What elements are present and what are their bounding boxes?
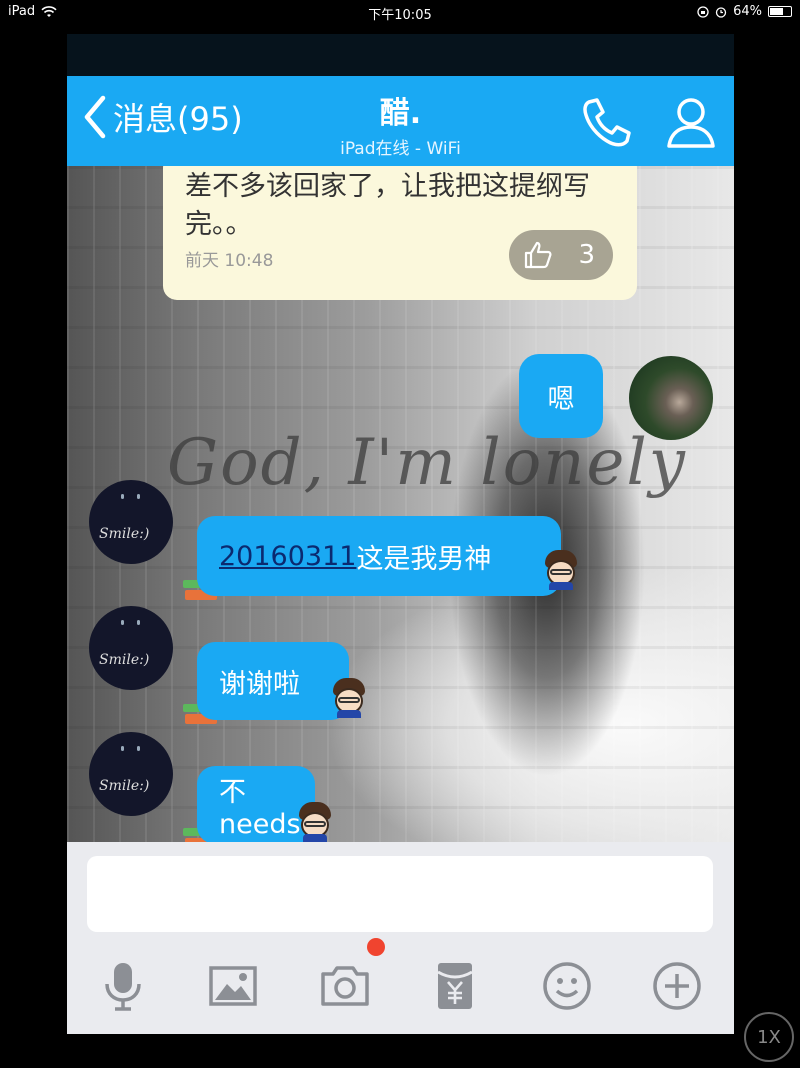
- status-time: 下午10:05: [368, 8, 432, 23]
- bubble-sticker-icon: [295, 802, 335, 842]
- like-count: 3: [578, 240, 595, 270]
- person-icon: [667, 98, 715, 148]
- online-status: iPad在线 - WiFi: [340, 139, 461, 159]
- avatar-contact[interactable]: Smile:): [89, 606, 173, 690]
- background-handwriting: God, I'm lonely: [167, 426, 687, 500]
- avatar-self[interactable]: [629, 356, 713, 440]
- emoji-icon: [543, 962, 591, 1010]
- thumbs-up-icon: [524, 241, 552, 269]
- message-text: 嗯: [547, 383, 575, 415]
- message-text: 这是我男神: [356, 543, 492, 575]
- avatar-detail: [137, 746, 140, 751]
- call-button[interactable]: [577, 94, 633, 150]
- image-icon: [209, 966, 257, 1006]
- top-strip: [67, 34, 734, 76]
- chat-title: 醋.: [379, 96, 422, 131]
- bubble-sticker-icon: [541, 550, 581, 590]
- avatar-detail: [137, 494, 140, 499]
- message-time: 前天 10:48: [185, 251, 274, 271]
- chat-area[interactable]: God, I'm lonely 差不多该回家了，让我把这提纲写完。。 前天 10…: [67, 166, 734, 842]
- lock-rotation-icon: [697, 5, 709, 18]
- plus-icon: [653, 962, 701, 1010]
- chat-app: 消息(95) 醋. iPad在线 - WiFi God, I'm lonely …: [67, 34, 734, 1034]
- message-input[interactable]: [87, 856, 713, 932]
- avatar-signature: Smile:): [99, 778, 150, 794]
- sticker-part: [338, 697, 360, 703]
- avatar-detail: [121, 620, 124, 625]
- avatar-contact[interactable]: Smile:): [89, 732, 173, 816]
- phone-icon: [583, 98, 631, 147]
- avatar-contact[interactable]: Smile:): [89, 480, 173, 564]
- red-envelope-icon: [437, 963, 473, 1009]
- sticker-part: [304, 821, 326, 827]
- avatar-detail: [121, 494, 124, 499]
- zoom-button[interactable]: 1X: [744, 1012, 794, 1062]
- battery-level: [770, 8, 783, 15]
- camera-button[interactable]: [319, 960, 371, 1012]
- message-link[interactable]: 20160311: [219, 541, 356, 572]
- message-bubble-incoming[interactable]: 谢谢啦: [197, 642, 349, 720]
- battery-percent: 64%: [733, 4, 762, 19]
- bubble-sticker-icon: [329, 678, 369, 718]
- sticker-part: [549, 582, 573, 590]
- voice-button[interactable]: [97, 960, 149, 1012]
- emoji-button[interactable]: [541, 960, 593, 1012]
- more-button[interactable]: [651, 960, 703, 1012]
- avatar-signature: Smile:): [99, 652, 150, 668]
- status-bar: iPad 下午10:05 64%: [0, 0, 800, 24]
- alarm-icon: [715, 6, 727, 18]
- avatar-detail: [121, 746, 124, 751]
- like-button[interactable]: 3: [509, 230, 613, 280]
- avatar-detail: [137, 620, 140, 625]
- message-text: 谢谢啦: [219, 668, 300, 700]
- sticker-part: [303, 834, 327, 842]
- message-bubble-incoming[interactable]: 差不多该回家了，让我把这提纲写完。。 前天 10:48 3: [163, 166, 637, 300]
- avatar-signature: Smile:): [99, 526, 150, 542]
- message-bubble-incoming[interactable]: 20160311 这是我男神: [197, 516, 561, 596]
- red-envelope-button[interactable]: [429, 960, 481, 1012]
- sticker-part: [337, 710, 361, 718]
- image-button[interactable]: [207, 960, 259, 1012]
- nav-bar: 消息(95) 醋. iPad在线 - WiFi: [67, 76, 734, 166]
- camera-icon: [321, 966, 369, 1006]
- battery-icon: [768, 6, 792, 17]
- input-toolbar: [67, 944, 734, 1026]
- input-area: [67, 842, 734, 1034]
- profile-button[interactable]: [663, 94, 719, 150]
- sticker-part: [550, 569, 572, 575]
- notification-dot: [367, 938, 385, 956]
- message-bubble-outgoing[interactable]: 嗯: [519, 354, 603, 438]
- microphone-icon: [105, 963, 141, 1011]
